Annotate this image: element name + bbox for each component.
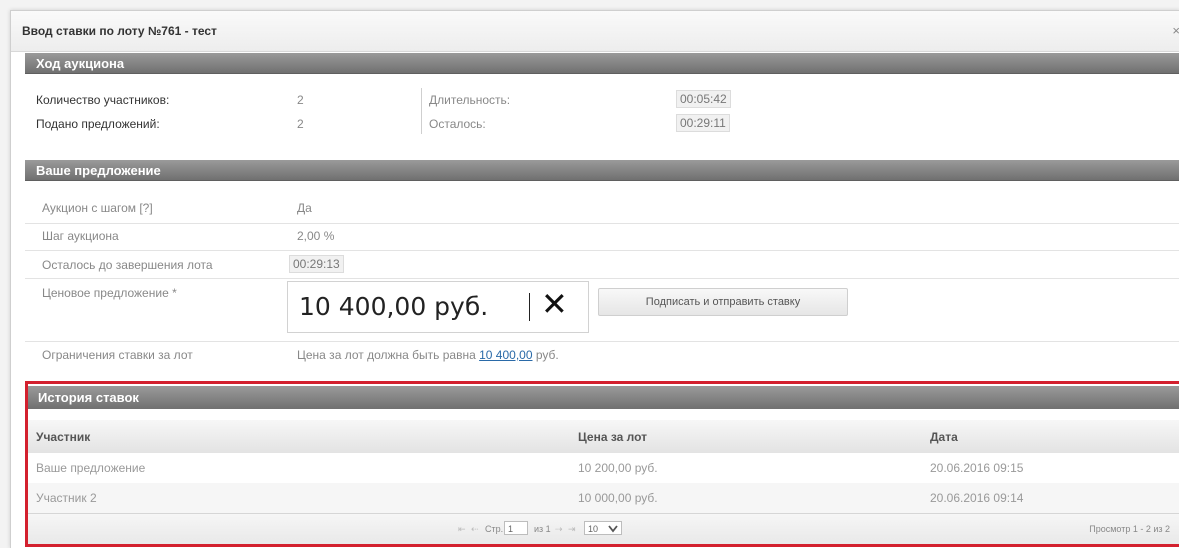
per-page-value: 10: [588, 524, 599, 534]
price-input[interactable]: 10 400,00 руб. ✕: [287, 281, 589, 333]
limits-text-suffix: руб.: [535, 348, 559, 362]
cell-price: 10 000,00 руб.: [578, 491, 658, 505]
sign-and-send-button[interactable]: Подписать и отправить ставку: [598, 288, 848, 316]
cell-price: 10 200,00 руб.: [578, 461, 658, 475]
chevron-down-icon: [608, 525, 618, 533]
limits-text-prefix: Цена за лот должна быть равна: [297, 348, 476, 362]
duration-label: Длительность:: [429, 93, 511, 107]
history-table-header: Участник Цена за лот Дата: [28, 420, 1179, 454]
records-summary: Просмотр 1 - 2 из 2: [1089, 524, 1170, 534]
first-page-icon[interactable]: ⇤: [458, 524, 466, 535]
text-caret: [529, 293, 530, 321]
step-auction-label[interactable]: Аукцион с шагом [?]: [42, 201, 153, 215]
section-auction-progress-header: Ход аукциона: [25, 53, 1179, 74]
row-divider: [25, 278, 1179, 279]
price-label: Ценовое предложение *: [42, 286, 177, 300]
table-row[interactable]: Участник 2 10 000,00 руб. 20.06.2016 09:…: [28, 483, 1179, 513]
history-pager: ⇤ ⇠ Стр. 1 из 1 ⇢ ⇥ 10 Просмотр 1 - 2 из…: [28, 513, 1179, 544]
offers-label: Подано предложений:: [36, 117, 160, 131]
page-of-label: из 1: [534, 524, 551, 534]
remaining-label: Осталось:: [429, 117, 486, 131]
section-bid-history-header: История ставок: [28, 386, 1179, 409]
row-divider: [25, 223, 1179, 224]
section-your-offer-header: Ваше предложение: [25, 160, 1179, 181]
price-input-value[interactable]: 10 400,00 руб.: [299, 292, 488, 321]
limits-text: Цена за лот должна быть равна 10 400,00 …: [297, 348, 559, 362]
lot-remaining-label: Осталось до завершения лота: [42, 258, 213, 272]
column-date[interactable]: Дата: [930, 430, 958, 444]
row-divider: [25, 250, 1179, 251]
prev-page-icon[interactable]: ⇠: [471, 524, 479, 535]
step-label: Шаг аукциона: [42, 229, 119, 243]
clear-icon[interactable]: ✕: [541, 288, 568, 320]
per-page-select[interactable]: 10: [584, 521, 622, 535]
remaining-timer: 00:29:11: [676, 114, 730, 132]
dialog-title: Ввод ставки по лоту №761 - тест: [22, 24, 217, 38]
limits-label: Ограничения ставки за лот: [42, 348, 193, 362]
dialog-titlebar: Ввод ставки по лоту №761 - тест ×: [11, 11, 1179, 52]
row-divider: [25, 341, 1179, 342]
cell-participant: Участник 2: [36, 491, 97, 505]
step-auction-value: Да: [297, 201, 312, 215]
next-page-icon[interactable]: ⇢: [555, 524, 563, 535]
page-input[interactable]: 1: [504, 521, 528, 535]
cell-participant: Ваше предложение: [36, 461, 146, 475]
column-price[interactable]: Цена за лот: [578, 430, 647, 444]
table-row[interactable]: Ваше предложение 10 200,00 руб. 20.06.20…: [28, 453, 1179, 483]
lot-remaining-timer: 00:29:13: [289, 255, 344, 273]
page-label: Стр.: [485, 524, 504, 534]
column-participant[interactable]: Участник: [36, 430, 90, 444]
duration-timer: 00:05:42: [676, 90, 731, 108]
participants-value: 2: [297, 93, 304, 107]
cell-date: 20.06.2016 09:15: [930, 461, 1024, 475]
cell-date: 20.06.2016 09:14: [930, 491, 1024, 505]
participants-label: Количество участников:: [36, 93, 170, 107]
column-divider: [421, 88, 422, 134]
step-value: 2,00 %: [297, 229, 335, 243]
close-icon[interactable]: ×: [1172, 23, 1179, 38]
last-page-icon[interactable]: ⇥: [568, 524, 576, 535]
limits-amount-link[interactable]: 10 400,00: [479, 348, 532, 362]
offers-value: 2: [297, 117, 304, 131]
